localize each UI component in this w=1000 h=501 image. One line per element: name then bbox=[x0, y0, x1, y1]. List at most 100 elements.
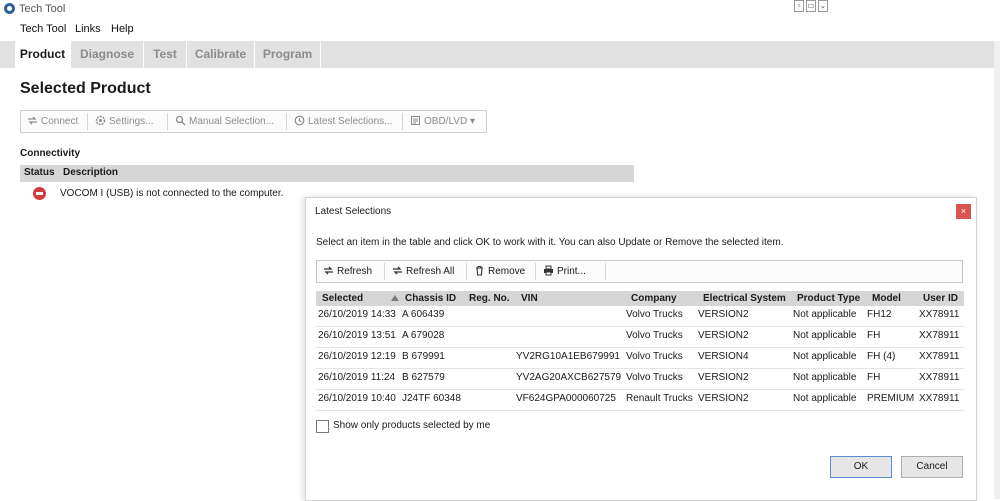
error-icon bbox=[33, 187, 46, 200]
window-controls[interactable]: ▫ ▭ ⌄ bbox=[794, 0, 828, 12]
cell-company: Renault Trucks bbox=[626, 393, 693, 404]
tab-program[interactable]: Program bbox=[255, 41, 321, 68]
table-row[interactable]: 26/10/2019 11:24 B 627579 YV2AG20AXCB627… bbox=[316, 369, 964, 390]
title-bar bbox=[0, 0, 1000, 18]
connectivity-status-text: VOCOM I (USB) is not connected to the co… bbox=[60, 188, 284, 199]
main-toolbar: Connect Settings... Manual Selection... … bbox=[20, 110, 487, 133]
cell-electrical-system: VERSION2 bbox=[698, 393, 749, 404]
tab-diagnose[interactable]: Diagnose bbox=[71, 41, 144, 68]
cell-vin: YV2AG20AXCB627579 bbox=[516, 372, 622, 383]
clock-icon bbox=[294, 115, 305, 126]
connect-label: Connect bbox=[41, 116, 79, 127]
ok-button[interactable]: OK bbox=[830, 456, 892, 478]
cell-chassis-id: B 679991 bbox=[402, 351, 445, 362]
tab-test[interactable]: Test bbox=[144, 41, 187, 68]
cell-chassis-id: J24TF 60348 bbox=[402, 393, 461, 404]
dialog-instructions: Select an item in the table and click OK… bbox=[316, 237, 784, 248]
remove-button[interactable]: Remove bbox=[474, 261, 525, 282]
connect-icon bbox=[28, 116, 37, 125]
grid-header: Selected Chassis ID Reg. No. VIN Company… bbox=[316, 291, 964, 307]
refresh-icon bbox=[393, 266, 402, 275]
window-title: Tech Tool bbox=[19, 3, 66, 15]
cell-user-id: XX78911 bbox=[919, 351, 960, 362]
obd-icon bbox=[411, 116, 420, 125]
column-header-electrical-system[interactable]: Electrical System bbox=[703, 293, 786, 304]
sort-ascending-icon bbox=[391, 295, 399, 301]
restore-icon[interactable]: ▭ bbox=[806, 0, 816, 12]
cell-electrical-system: VERSION2 bbox=[698, 309, 749, 320]
cell-product-type: Not applicable bbox=[793, 330, 857, 341]
remove-label: Remove bbox=[488, 266, 526, 277]
menu-tech-tool[interactable]: Tech Tool bbox=[20, 23, 66, 35]
column-header-reg-no[interactable]: Reg. No. bbox=[469, 293, 510, 304]
manual-selection-button[interactable]: Manual Selection... bbox=[175, 111, 274, 132]
settings-button[interactable]: Settings... bbox=[95, 111, 153, 132]
column-header-selected[interactable]: Selected bbox=[322, 293, 363, 304]
cell-product-type: Not applicable bbox=[793, 351, 857, 362]
cell-product-type: Not applicable bbox=[793, 309, 857, 320]
tab-product[interactable]: Product bbox=[15, 41, 71, 68]
cell-selected: 26/10/2019 13:51 bbox=[318, 330, 396, 341]
column-header-vin[interactable]: VIN bbox=[521, 293, 538, 304]
refresh-label: Refresh bbox=[337, 266, 373, 277]
cell-model: PREMIUM bbox=[867, 393, 915, 404]
page-title: Selected Product bbox=[20, 80, 151, 97]
menu-links[interactable]: Links bbox=[75, 23, 101, 35]
close-icon[interactable]: × bbox=[956, 204, 971, 219]
refresh-all-label: Refresh All bbox=[406, 266, 455, 277]
obd-lvd-dropdown[interactable]: OBD/LVD ▾ bbox=[410, 111, 475, 132]
column-header-user-id[interactable]: User ID bbox=[923, 293, 958, 304]
obd-lvd-label: OBD/LVD bbox=[424, 116, 468, 127]
cell-electrical-system: VERSION4 bbox=[698, 351, 749, 362]
table-row[interactable]: 26/10/2019 14:33 A 606439 Volvo Trucks V… bbox=[316, 306, 964, 327]
app-icon bbox=[4, 3, 15, 14]
table-row[interactable]: 26/10/2019 10:40 J24TF 60348 VF624GPA000… bbox=[316, 390, 964, 411]
show-only-mine-label[interactable]: Show only products selected by me bbox=[333, 420, 490, 431]
status-column-header: Status bbox=[24, 167, 55, 178]
cell-user-id: XX78911 bbox=[919, 372, 960, 383]
print-label: Print... bbox=[557, 266, 586, 277]
column-header-company[interactable]: Company bbox=[631, 293, 677, 304]
column-header-chassis-id[interactable]: Chassis ID bbox=[405, 293, 456, 304]
chevron-down-icon: ▾ bbox=[469, 116, 475, 127]
cell-user-id: XX78911 bbox=[919, 393, 960, 404]
cell-vin: VF624GPA000060725 bbox=[516, 393, 616, 404]
table-row[interactable]: 26/10/2019 13:51 A 679028 Volvo Trucks V… bbox=[316, 327, 964, 348]
latest-selections-dialog: Latest Selections × Select an item in th… bbox=[305, 197, 977, 501]
dialog-title: Latest Selections bbox=[315, 206, 392, 217]
latest-selections-button[interactable]: Latest Selections... bbox=[294, 111, 393, 132]
chevron-down-icon[interactable]: ⌄ bbox=[818, 0, 828, 12]
cell-electrical-system: VERSION2 bbox=[698, 330, 749, 341]
manual-selection-label: Manual Selection... bbox=[189, 116, 275, 127]
column-header-product-type[interactable]: Product Type bbox=[797, 293, 860, 304]
search-icon bbox=[175, 115, 186, 126]
cell-product-type: Not applicable bbox=[793, 372, 857, 383]
cell-electrical-system: VERSION2 bbox=[698, 372, 749, 383]
settings-icon bbox=[95, 115, 106, 126]
cell-company: Volvo Trucks bbox=[626, 351, 683, 362]
print-button[interactable]: Print... bbox=[543, 261, 586, 282]
dialog-toolbar: Refresh Refresh All Remove Print... bbox=[316, 260, 963, 283]
minimize-icon[interactable]: ▫ bbox=[794, 0, 804, 12]
vertical-scrollbar[interactable] bbox=[994, 41, 1000, 499]
settings-label: Settings... bbox=[109, 116, 154, 127]
cell-vin: YV2RG10A1EB679991 bbox=[516, 351, 620, 362]
table-row[interactable]: 26/10/2019 12:19 B 679991 YV2RG10A1EB679… bbox=[316, 348, 964, 369]
description-column-header: Description bbox=[63, 167, 119, 178]
connectivity-header: Status Description bbox=[20, 165, 634, 182]
column-header-model[interactable]: Model bbox=[872, 293, 901, 304]
tab-calibrate[interactable]: Calibrate bbox=[187, 41, 255, 68]
cell-chassis-id: A 679028 bbox=[402, 330, 445, 341]
cell-model: FH bbox=[867, 330, 881, 341]
connect-button[interactable]: Connect bbox=[27, 111, 78, 132]
cell-model: FH bbox=[867, 372, 881, 383]
cell-company: Volvo Trucks bbox=[626, 330, 683, 341]
refresh-all-button[interactable]: Refresh All bbox=[392, 261, 454, 282]
cell-selected: 26/10/2019 11:24 bbox=[318, 372, 396, 383]
cancel-button[interactable]: Cancel bbox=[901, 456, 963, 478]
show-only-mine-checkbox[interactable] bbox=[316, 420, 329, 433]
cell-user-id: XX78911 bbox=[919, 309, 960, 320]
refresh-button[interactable]: Refresh bbox=[323, 261, 372, 282]
menu-help[interactable]: Help bbox=[111, 23, 134, 35]
cell-product-type: Not applicable bbox=[793, 393, 857, 404]
